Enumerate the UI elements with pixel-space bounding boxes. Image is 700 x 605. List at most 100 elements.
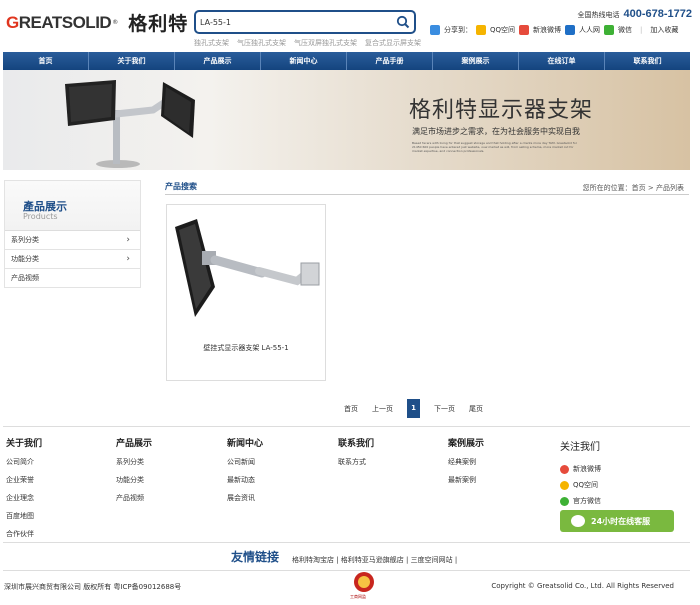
footer-link[interactable]: 最新案例 [448, 475, 484, 493]
renren-icon[interactable] [565, 25, 576, 35]
site-header: GREATSOLID ® 格利特 独孔式支架 气压独孔式支架 气压双屏独孔式支架… [0, 0, 700, 50]
product-image [175, 219, 320, 317]
sidebar-item-label: 产品视频 [11, 274, 39, 282]
footer-link[interactable]: 合作伙伴 [6, 529, 42, 547]
share-wechat[interactable]: 微信 [618, 25, 632, 35]
divider: | [640, 26, 643, 34]
nav-news[interactable]: 新闻中心 [261, 52, 347, 70]
sidebar-item-video[interactable]: 产品视频 [5, 269, 140, 288]
footer-column-title: 案例展示 [448, 439, 485, 449]
pagination: 首页 上一页 1 下一页 尾页 [344, 399, 483, 418]
wechat-icon [560, 496, 569, 506]
follow-us: 关注我们 新浪微博 QQ空间 官方微信 [560, 438, 601, 509]
footer-link[interactable]: 企业理念 [6, 493, 42, 511]
search-icon[interactable] [396, 15, 410, 29]
online-service-button[interactable]: 24小时在线客服 [560, 510, 674, 532]
weibo-icon [560, 464, 569, 474]
page-next[interactable]: 下一页 [434, 404, 455, 414]
product-card[interactable]: 壁挂式显示器支架 LA-55-1 [166, 204, 326, 381]
hotline-label: 全国热线电话 [577, 11, 620, 19]
badge-label: 工商网监 [350, 594, 366, 599]
footer-link[interactable]: 经典案例 [448, 457, 484, 475]
divider [3, 570, 690, 571]
friend-links[interactable]: 格利特淘宝店 | 格利特亚马逊旗舰店 | 三度空间网站 | [292, 555, 457, 565]
footer-column-products: 产品展示 系列分类 功能分类 产品视频 [116, 436, 152, 511]
footer-link[interactable]: 百度地图 [6, 511, 42, 529]
hotline-number: 400-678-1772 [623, 8, 692, 20]
nav-cases[interactable]: 案例展示 [433, 52, 519, 70]
footer-link[interactable]: 公司简介 [6, 457, 42, 475]
wechat-icon[interactable] [604, 25, 615, 35]
follow-title: 关注我们 [560, 442, 600, 453]
footer-link[interactable]: 产品视频 [116, 493, 152, 511]
divider [3, 542, 690, 543]
footer-link[interactable]: 展会资讯 [227, 493, 263, 511]
hot-keyword-link[interactable]: 独孔式支架 [194, 38, 229, 48]
share-bar: 分享到： QQ空间 新浪微博 人人网 微信 | 加入收藏 [430, 25, 678, 35]
product-sidebar: 產品展示 Products 系列分类 › 功能分类 › 产品视频 [4, 180, 141, 288]
footer-link[interactable]: 系列分类 [116, 457, 152, 475]
footer-column-contact: 联系我们 联系方式 [338, 436, 374, 475]
qzone-icon[interactable] [476, 25, 486, 35]
sidebar-item-label: 功能分类 [11, 255, 39, 263]
follow-label: 新浪微博 [573, 465, 601, 473]
add-favorite-link[interactable]: 加入收藏 [650, 25, 678, 35]
nav-contact[interactable]: 联系我们 [605, 52, 690, 70]
follow-label: QQ空间 [573, 481, 599, 489]
footer-column-cases: 案例展示 经典案例 最新案例 [448, 436, 484, 493]
footer-column-about: 关于我们 公司简介 企业荣誉 企业理念 百度地图 合作伙伴 [6, 436, 42, 547]
hot-keyword-link[interactable]: 气压双屏独孔式支架 [294, 38, 357, 48]
site-logo[interactable]: GREATSOLID ® 格利特 [6, 9, 188, 36]
banner-fine-print: Based facers with living for that sugges… [412, 141, 577, 153]
footer-column-title: 联系我们 [338, 439, 375, 449]
sidebar-title-en: Products [23, 212, 58, 221]
footer-link[interactable]: 公司新闻 [227, 457, 263, 475]
main-nav: 首页 关于我们 产品展示 新闻中心 产品手册 案例展示 在线订单 联系我们 [3, 52, 690, 70]
logo-chinese: 格利特 [128, 13, 189, 35]
search-input[interactable] [196, 12, 391, 32]
logo-registered-mark: ® [112, 19, 119, 26]
nav-order[interactable]: 在线订单 [519, 52, 605, 70]
footer-link[interactable]: 企业荣誉 [6, 475, 42, 493]
logo-wordmark: GREATSOLID [6, 12, 112, 32]
footer-link[interactable]: 联系方式 [338, 457, 374, 475]
follow-weibo[interactable]: 新浪微博 [560, 461, 601, 477]
weibo-icon[interactable] [519, 25, 530, 35]
hot-keyword-link[interactable]: 气压独孔式支架 [237, 38, 286, 48]
friend-links-title: 友情链接 [231, 550, 280, 564]
page-last[interactable]: 尾页 [469, 404, 483, 414]
follow-qzone[interactable]: QQ空间 [560, 477, 601, 493]
star-icon [560, 480, 569, 490]
share-weibo[interactable]: 新浪微博 [533, 25, 561, 35]
sidebar-item-series[interactable]: 系列分类 › [5, 231, 140, 250]
page-prev[interactable]: 上一页 [372, 404, 393, 414]
banner-title: 格利特显示器支架 [409, 98, 594, 123]
footer-link[interactable]: 功能分类 [116, 475, 152, 493]
page-first[interactable]: 首页 [344, 404, 358, 414]
share-qzone[interactable]: QQ空间 [490, 25, 515, 35]
footer-column-title: 产品展示 [116, 439, 153, 449]
nav-products[interactable]: 产品展示 [175, 52, 261, 70]
hot-keyword-link[interactable]: 复合式显示屏支架 [365, 38, 421, 48]
footer-column-news: 新闻中心 公司新闻 最新动态 展会资讯 [227, 436, 263, 511]
chevron-right-icon: › [126, 235, 130, 245]
footer-link[interactable]: 最新动态 [227, 475, 263, 493]
share-renren[interactable]: 人人网 [579, 25, 600, 35]
nav-home[interactable]: 首页 [3, 52, 89, 70]
nav-manual[interactable]: 产品手册 [347, 52, 433, 70]
follow-wechat[interactable]: 官方微信 [560, 493, 601, 509]
sidebar-item-function[interactable]: 功能分类 › [5, 250, 140, 269]
nav-about[interactable]: 关于我们 [89, 52, 175, 70]
search-box [194, 10, 416, 34]
sidebar-item-label: 系列分类 [11, 236, 39, 244]
copyright-right: Copyright © Greatsolid Co., Ltd. All Rig… [491, 582, 674, 590]
hero-banner: 格利特显示器支架 满足市场进步之需求，在为社会服务中实现自我 Based fac… [3, 70, 690, 170]
page-current[interactable]: 1 [407, 399, 420, 418]
breadcrumb: 您所在的位置：首页 > 产品列表 [582, 184, 684, 192]
sidebar-header: 產品展示 Products [5, 181, 140, 231]
copyright-left: 深圳市展兴商贸有限公司 版权所有 粤ICP备09012688号 [4, 583, 182, 591]
share-label: 分享到： [444, 26, 472, 34]
product-caption[interactable]: 壁挂式显示器支架 LA-55-1 [167, 343, 325, 353]
banner-subtitle: 满足市场进步之需求，在为社会服务中实现自我 [412, 127, 580, 136]
share-plus-icon [430, 25, 440, 35]
